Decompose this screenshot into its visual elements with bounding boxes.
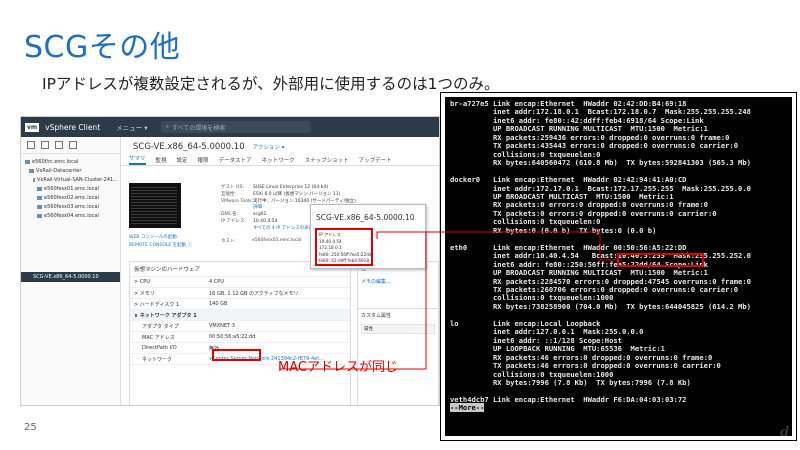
tab-configure[interactable]: 設定 [177,156,188,164]
host-value[interactable]: e560fesx03.emc.local [252,238,301,244]
inventory-view-icons [21,137,120,154]
hw-row-disk[interactable]: > ハードディスク 1 140 GB [130,299,350,310]
tab-snapshots[interactable]: スナップショット [305,156,349,164]
tab-updates[interactable]: アップデート [359,156,392,164]
ip-list-item: fe80::42:ddff:feb4:6918 [319,258,369,263]
tree-item-host[interactable]: e560fesx02.emc.local [25,193,118,202]
mac-address-value: 00:50:56:a5:22:dd [209,334,256,340]
notes-panel: 注 メモの編集... カスタム属性 属性 [357,261,439,405]
vms-view-icon[interactable] [41,141,49,149]
tab-datastores[interactable]: データストア [219,156,252,164]
host-icon [37,195,42,200]
custom-attributes-title: カスタム属性 [358,308,438,322]
host-icon [37,213,42,218]
terminal-line: RX bytes:0 (0.0 b) TX bytes:0 (0.0 b) [492,225,657,235]
edit-notes-link[interactable]: メモの編集... [358,275,438,288]
terminal-line: RX bytes:7996 (7.8 Kb) TX bytes:7996 (7.… [492,377,691,387]
remote-console-link[interactable]: REMOTE CONSOLE を起動 ⓘ [129,242,192,250]
tab-permissions[interactable]: 権限 [198,156,209,164]
slide-subtitle: IPアドレスが複数設定されるが、外部用に使用するのは1つのみ。 [42,75,500,93]
tab-monitor[interactable]: 監視 [156,156,167,164]
datacenter-icon [29,168,34,173]
more-prompt: --More-- [450,403,485,413]
hw-row-cpu[interactable]: > CPU 4 CPU [130,277,350,288]
actions-menu[interactable]: アクション ▾ [253,143,285,151]
tree-item-host[interactable]: e560fesx01.emc.local [25,184,118,193]
tree-item-host[interactable]: e560fesx04.emc.local [25,211,118,220]
tree-item-host[interactable]: e560fesx03.emc.local [25,202,118,211]
hw-row-memory[interactable]: > メモリ 16 GB, 1.12 GB のアクティブなメモリ [130,288,350,299]
tree-item-vcenter[interactable]: e560f/rc.emc.local [25,157,118,166]
vm-hardware-panel: 仮想マシンのハードウェア > CPU 4 CPU > メモリ 16 GB, 1.12… [129,261,351,405]
footer-logo: d [780,425,790,440]
attribute-column-header: 属性 [361,324,435,334]
vmware-logo: vm [25,122,40,132]
eth0-hwaddr-highlight [617,253,704,267]
tree-item-datacenter[interactable]: VxRail-Datacenter [25,166,118,175]
ip-list-highlight: IP アドレス 10.40.4.54 172.18.0.1 fe80::250:… [315,228,373,266]
ip-address-popup: SCG-VE.x86_64-5.0000.10 IP アドレス 10.40.4.… [310,204,426,269]
host-icon [37,204,42,209]
tree-item-cluster[interactable]: VxRail-Virtual-SAN-Cluster-241... [25,175,118,184]
web-console-link[interactable]: WEB コンソールの起動 [129,234,192,242]
tab-summary[interactable]: サマリ [129,154,146,165]
summary-row: ゲスト OS: SUSE Linux Enterprise 12 (64-bit) [221,185,329,190]
console-links: WEB コンソールの起動 REMOTE CONSOLE を起動 ⓘ [129,234,192,250]
search-input[interactable]: ⌕ すべての環境を検索 [161,121,312,133]
mac-address-highlight [212,349,261,361]
menu-button[interactable]: メニュー ▾ [116,122,147,132]
vm-title: SCG-VE.x86_64-5.0000.10 [133,142,245,152]
search-placeholder: すべての環境を検索 [171,124,226,132]
tab-networks[interactable]: ネットワーク [262,156,295,164]
popup-title: SCG-VE.x86_64-5.0000.10 [316,213,415,222]
mac-same-annotation: MACアドレスが同じ [278,360,398,375]
tree-item-selected-vm[interactable]: SCG-VE.x86_64-5.0000.10 [21,272,120,282]
terminal-line: RX bytes:738258900 (704.0 Mb) TX bytes:6… [492,301,751,311]
network-view-icon[interactable] [69,141,77,149]
console-thumbnail[interactable] [129,183,181,228]
vm-title-bar: SCG-VE.x86_64-5.0000.10 アクション ▾ [121,137,439,154]
hw-row-network-adapter[interactable]: ∨ ネットワーク アダプタ 1 [130,310,350,321]
terminal-line: veth4dcb7 Link encap:Ethernet HWaddr F6:… [450,394,687,404]
search-icon: ⌕ [165,123,169,130]
host-row: ホスト: e560fesx03.emc.local [221,238,301,244]
inventory-tree: e560f/rc.emc.local VxRail-Datacenter VxR… [21,137,121,405]
storage-view-icon[interactable] [55,141,63,149]
vcenter-icon [25,159,30,164]
hw-row-adapter-type: アダプタ タイプ VMXNET 3 [130,321,350,332]
cluster-icon [33,177,35,182]
summary-row: 互換性: ESXi 6.0 以降 (仮想マシン バージョン 11) [221,191,341,197]
view-all-ip-link[interactable]: すべての 4 IP アドレスの表示 [253,226,313,233]
slide-title: SCGその他 [24,30,181,65]
host-icon [37,186,42,191]
page-number: 25 [24,422,37,433]
vm-tab-bar: サマリ 監視 設定 権限 データストア ネットワーク スナップショット アップデ… [121,154,439,166]
vsphere-top-bar: vm vSphere Client メニュー ▾ ⌕ すべての環境を検索 [21,117,439,137]
host-label: ホスト: [221,239,237,244]
terminal-line: RX bytes:640560472 (610.8 Mb) TX bytes:5… [492,158,751,168]
app-name: vSphere Client [45,122,101,132]
hw-row-mac-address: MAC アドレス 00:50:56:a5:22:dd [130,332,350,343]
hosts-view-icon[interactable] [27,141,35,149]
